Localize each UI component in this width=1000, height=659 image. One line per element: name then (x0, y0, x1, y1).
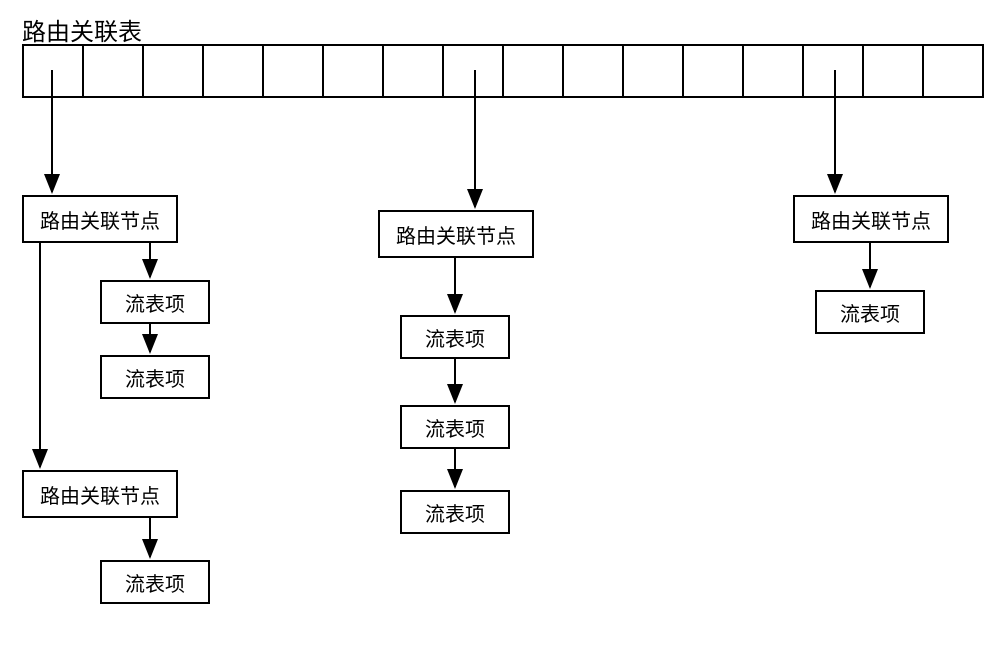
diagram-title: 路由关联表 (22, 12, 142, 47)
flow-label: 流表项 (425, 413, 485, 442)
table-cell (504, 46, 564, 96)
node-label: 路由关联节点 (40, 205, 160, 234)
table-cell (684, 46, 744, 96)
node-label: 路由关联节点 (811, 205, 931, 234)
table-cell (24, 46, 84, 96)
flow-label: 流表项 (840, 298, 900, 327)
node-label: 路由关联节点 (396, 220, 516, 249)
flow-label: 流表项 (125, 288, 185, 317)
route-node: 路由关联节点 (22, 470, 178, 518)
table-cell (864, 46, 924, 96)
flow-entry: 流表项 (400, 405, 510, 449)
table-cell (624, 46, 684, 96)
table-cell (384, 46, 444, 96)
table-cell (264, 46, 324, 96)
table-cell (144, 46, 204, 96)
flow-entry: 流表项 (400, 490, 510, 534)
flow-entry: 流表项 (100, 355, 210, 399)
flow-entry: 流表项 (815, 290, 925, 334)
flow-entry: 流表项 (100, 280, 210, 324)
flow-label: 流表项 (125, 568, 185, 597)
flow-label: 流表项 (425, 498, 485, 527)
table-cell (204, 46, 264, 96)
table-cell (444, 46, 504, 96)
table-cell (564, 46, 624, 96)
flow-entry: 流表项 (100, 560, 210, 604)
flow-label: 流表项 (125, 363, 185, 392)
route-node: 路由关联节点 (378, 210, 534, 258)
table-cell (804, 46, 864, 96)
table-cell (744, 46, 804, 96)
flow-label: 流表项 (425, 323, 485, 352)
table-cell (84, 46, 144, 96)
node-label: 路由关联节点 (40, 480, 160, 509)
title-text: 路由关联表 (22, 20, 142, 46)
hash-table (22, 44, 984, 98)
route-node: 路由关联节点 (793, 195, 949, 243)
flow-entry: 流表项 (400, 315, 510, 359)
table-cell (324, 46, 384, 96)
table-cell (924, 46, 984, 96)
route-node: 路由关联节点 (22, 195, 178, 243)
